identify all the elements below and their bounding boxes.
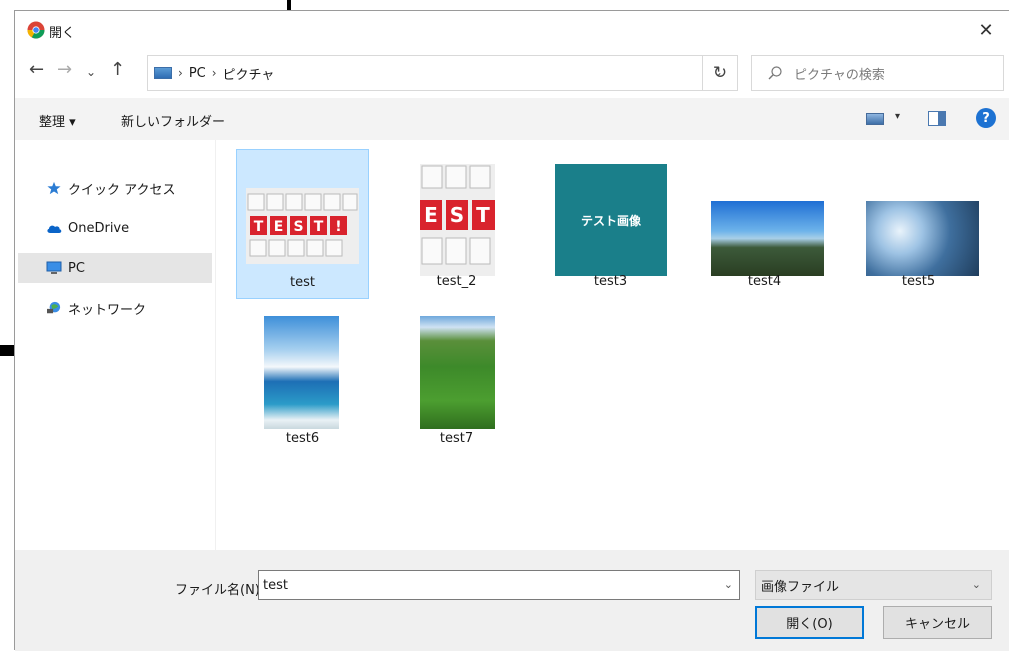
- open-button[interactable]: 開く(O): [755, 606, 864, 639]
- organize-menu[interactable]: 整理 ▾: [39, 111, 76, 130]
- forward-arrow-icon[interactable]: →: [57, 61, 72, 79]
- file-item-test3[interactable]: テスト画像 test3: [544, 149, 677, 299]
- filename-value: test: [263, 577, 288, 593]
- sidebar-item-network[interactable]: ネットワーク: [18, 293, 212, 323]
- sidebar-item-label: OneDrive: [68, 220, 130, 236]
- file-item-test-2[interactable]: EST test_2: [390, 149, 523, 299]
- filename-field[interactable]: test ⌄: [258, 570, 740, 600]
- view-options-icon[interactable]: [866, 113, 884, 125]
- file-name: test4: [747, 274, 782, 289]
- file-item-test5[interactable]: test5: [852, 149, 985, 299]
- file-item-test4[interactable]: test4: [698, 149, 831, 299]
- sidebar-item-label: クイック アクセス: [68, 182, 176, 198]
- recent-locations-chevron-icon[interactable]: ⌄: [86, 63, 96, 81]
- refresh-icon: ↻: [712, 63, 728, 83]
- up-arrow-icon[interactable]: ↑: [110, 61, 125, 79]
- chevron-down-icon[interactable]: ⌄: [724, 578, 733, 591]
- computer-icon: [46, 261, 62, 274]
- command-toolbar: 整理 ▾ 新しいフォルダー ▾ ?: [15, 98, 1009, 140]
- pc-icon: [154, 67, 172, 79]
- address-bar[interactable]: › PC › ピクチャ ⌄: [147, 55, 738, 91]
- svg-text:T: T: [254, 219, 264, 235]
- chrome-app-icon: [27, 21, 45, 39]
- network-icon: [47, 301, 61, 314]
- svg-text:!: !: [335, 219, 341, 235]
- sidebar-item-label: PC: [68, 260, 85, 276]
- help-icon[interactable]: ?: [976, 108, 996, 128]
- dialog-title: 開く: [49, 26, 76, 41]
- thumbnail-test4: [711, 201, 824, 276]
- file-name: test3: [593, 274, 628, 289]
- navigation-row: ← → ⌄ ↑ › PC › ピクチャ ⌄ ↻ ピクチャの検索: [15, 51, 1009, 95]
- breadcrumb-pc[interactable]: PC: [189, 66, 206, 81]
- breadcrumb-separator-icon: ›: [178, 66, 183, 80]
- close-button[interactable]: ✕: [963, 11, 1009, 49]
- thumbnail-test7: [420, 316, 495, 429]
- open-file-dialog: 開く ✕ ← → ⌄ ↑ › PC › ピクチャ ⌄ ↻ ピクチャの検索 整理 …: [14, 10, 1009, 651]
- file-name: test6: [285, 431, 320, 446]
- thumbnail-caption: テスト画像: [580, 213, 641, 228]
- file-type-value: 画像ファイル: [761, 579, 840, 595]
- search-input[interactable]: ピクチャの検索: [751, 55, 1004, 91]
- file-name: test7: [439, 431, 474, 446]
- navigation-pane: クイック アクセス OneDrive PC ネットワーク: [15, 140, 215, 550]
- cancel-button[interactable]: キャンセル: [883, 606, 992, 639]
- title-bar: 開く ✕: [15, 11, 1009, 49]
- search-placeholder: ピクチャの検索: [794, 67, 885, 83]
- file-type-select[interactable]: 画像ファイル ⌄: [755, 570, 992, 600]
- search-icon: [768, 66, 782, 80]
- close-icon: ✕: [978, 19, 994, 41]
- breadcrumb-separator-icon: ›: [211, 66, 217, 80]
- svg-text:T: T: [314, 219, 324, 235]
- file-name: test5: [901, 274, 936, 289]
- thumbnail-test6: [264, 316, 339, 429]
- file-name: test_2: [436, 274, 477, 289]
- svg-text:T: T: [476, 203, 490, 227]
- refresh-button[interactable]: ↻: [702, 55, 738, 91]
- back-arrow-icon[interactable]: ←: [29, 61, 44, 79]
- sidebar-item-label: ネットワーク: [68, 302, 147, 318]
- file-item-test[interactable]: T E S T! test: [236, 149, 369, 299]
- star-icon: [47, 181, 61, 195]
- view-dropdown-icon[interactable]: ▾: [895, 111, 900, 122]
- keyboard-test-image: T E S T!: [246, 188, 359, 264]
- sidebar-item-quick-access[interactable]: クイック アクセス: [18, 173, 212, 203]
- thumbnail-test: T E S T!: [246, 188, 359, 264]
- thumbnail-test5: [866, 201, 979, 276]
- sidebar-item-pc[interactable]: PC: [18, 253, 212, 283]
- sidebar-item-onedrive[interactable]: OneDrive: [18, 213, 212, 243]
- file-item-test7[interactable]: test7: [390, 305, 523, 455]
- keyboard-test-2-image: EST: [420, 164, 495, 276]
- svg-text:E: E: [424, 203, 438, 227]
- thumbnail-test3: テスト画像: [555, 164, 667, 276]
- file-list: T E S T! test EST test_2 テスト画像 test3 tes…: [215, 140, 1009, 550]
- svg-text:S: S: [293, 219, 303, 235]
- new-folder-button[interactable]: 新しいフォルダー: [121, 111, 225, 130]
- filename-label: ファイル名(N):: [175, 583, 265, 598]
- preview-pane-icon[interactable]: [928, 111, 946, 126]
- file-item-test6[interactable]: test6: [236, 305, 369, 455]
- file-name: test: [290, 275, 315, 290]
- svg-text:E: E: [274, 219, 284, 235]
- svg-text:S: S: [450, 203, 464, 227]
- cloud-icon: [47, 225, 62, 233]
- thumbnail-test-2: EST: [420, 164, 495, 276]
- breadcrumb-pictures[interactable]: ピクチャ: [223, 64, 275, 83]
- background-mark: [0, 345, 14, 356]
- chevron-down-icon: ⌄: [971, 578, 981, 591]
- footer-panel: ファイル名(N): test ⌄ 画像ファイル ⌄ 開く(O) キャンセル: [15, 550, 1009, 651]
